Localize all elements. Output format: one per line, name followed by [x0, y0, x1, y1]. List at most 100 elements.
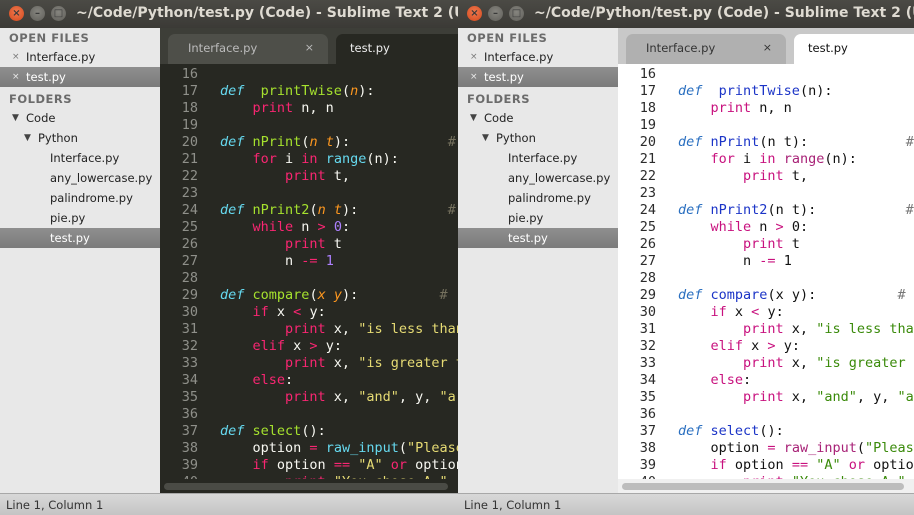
folder-item-python[interactable]: ▼ Python: [458, 128, 618, 148]
file-item[interactable]: any_lowercase.py: [458, 168, 618, 188]
expand-triangle-icon[interactable]: ▼: [12, 108, 19, 128]
file-label: pie.py: [50, 211, 86, 225]
open-file-item-selected[interactable]: × test.py: [0, 67, 160, 87]
status-bar: Line 1, Column 1: [0, 493, 458, 515]
file-item-selected[interactable]: test.py: [0, 228, 160, 248]
code-token: def: [220, 287, 245, 303]
scrollbar-thumb[interactable]: [622, 483, 904, 490]
close-window-button[interactable]: ×: [9, 6, 24, 21]
code-token: nPrint: [710, 134, 760, 150]
code-token: , y,: [398, 389, 440, 405]
title-bar[interactable]: × – □ ~/Code/Python/test.py (Code) - Sub…: [458, 0, 914, 28]
code-editor[interactable]: 16 17 18 19 20 21 22 23 24 25 26 27 28 29 30 31 32 33 34 35…: [618, 64, 914, 493]
horizontal-scrollbar[interactable]: [160, 479, 458, 493]
file-item[interactable]: palindrome.py: [0, 188, 160, 208]
minimize-window-button[interactable]: –: [488, 6, 503, 21]
horizontal-scrollbar[interactable]: [618, 479, 914, 493]
file-label: any_lowercase.py: [508, 171, 611, 185]
code-line: print x, "is greater than: [678, 355, 914, 372]
folders-header: FOLDERS: [467, 92, 530, 106]
line-number: 24: [639, 202, 656, 218]
open-files-header: OPEN FILES: [467, 31, 548, 45]
open-file-item-selected[interactable]: × test.py: [458, 67, 618, 87]
folder-item-code[interactable]: ▼ Code: [0, 108, 160, 128]
minimize-window-button[interactable]: –: [30, 6, 45, 21]
code-token: print: [285, 168, 326, 184]
code-token: x: [285, 338, 310, 354]
file-item-selected[interactable]: test.py: [458, 228, 618, 248]
code-area[interactable]: def printTwise(n): # print n, ndef nPrin…: [220, 64, 458, 493]
code-token: option: [726, 457, 792, 473]
code-line: if x < y:: [220, 304, 326, 321]
code-token: raw_input: [325, 440, 399, 456]
file-item[interactable]: any_lowercase.py: [0, 168, 160, 188]
code-editor[interactable]: 16 17 18 19 20 21 22 23 24 25 26 27 28 29 30 31 32 33 34 35…: [160, 64, 458, 493]
file-item[interactable]: palindrome.py: [458, 188, 618, 208]
tab-test-py[interactable]: test.py: [794, 34, 914, 64]
code-line: if option == "A" or option: [678, 457, 914, 474]
code-token: nPrint: [252, 134, 302, 150]
file-label: any_lowercase.py: [50, 171, 153, 185]
code-token: n: [220, 253, 302, 269]
line-number: 26: [181, 236, 198, 252]
folder-item-python[interactable]: ▼ Python: [0, 128, 160, 148]
tab-test-py[interactable]: test.py: [336, 34, 458, 64]
code-token: def: [678, 83, 703, 99]
tab-interface-py[interactable]: Interface.py ×: [168, 34, 328, 64]
close-file-icon[interactable]: ×: [12, 67, 20, 87]
code-line: def nPrint2(n t): #: [220, 202, 456, 219]
code-token: select: [710, 423, 760, 439]
maximize-window-button[interactable]: □: [51, 6, 66, 21]
expand-triangle-icon[interactable]: ▼: [482, 128, 489, 148]
code-token: t: [791, 202, 800, 218]
file-label: palindrome.py: [50, 191, 133, 205]
code-token: ==: [791, 457, 809, 473]
close-file-icon[interactable]: ×: [470, 47, 478, 67]
scrollbar-thumb[interactable]: [164, 483, 448, 490]
expand-triangle-icon[interactable]: ▼: [470, 108, 477, 128]
expand-triangle-icon[interactable]: ▼: [24, 128, 31, 148]
file-item[interactable]: pie.py: [458, 208, 618, 228]
title-bar[interactable]: × – □ ~/Code/Python/test.py (Code) - Sub…: [0, 0, 458, 28]
open-file-item[interactable]: × Interface.py: [0, 47, 160, 67]
code-line: def select():: [220, 423, 326, 440]
code-token: (: [341, 83, 351, 99]
code-token: print: [285, 321, 326, 337]
close-file-icon[interactable]: ×: [12, 47, 20, 67]
close-window-button[interactable]: ×: [467, 6, 482, 21]
code-token: def: [220, 134, 245, 150]
tab-bar: Interface.py × test.py: [618, 28, 914, 64]
file-item[interactable]: pie.py: [0, 208, 160, 228]
open-file-item[interactable]: × Interface.py: [458, 47, 618, 67]
code-area[interactable]: def printTwise(n): # print n, ndef nPrin…: [678, 64, 914, 493]
open-file-label: Interface.py: [26, 50, 96, 64]
code-line: if x < y:: [678, 304, 784, 321]
code-token: =: [767, 440, 776, 456]
tab-interface-py[interactable]: Interface.py ×: [626, 34, 786, 64]
code-token: n: [317, 202, 326, 218]
code-token: "are: [439, 389, 458, 405]
close-file-icon[interactable]: ×: [470, 67, 478, 87]
folder-item-code[interactable]: ▼ Code: [458, 108, 618, 128]
file-item[interactable]: Interface.py: [458, 148, 618, 168]
code-token: :: [743, 372, 752, 388]
code-line: n -= 1: [678, 253, 792, 270]
sublime-window: × – □ ~/Code/Python/test.py (Code) - Sub…: [458, 0, 914, 515]
tab-close-icon[interactable]: ×: [763, 34, 772, 62]
code-token: n, n: [293, 100, 334, 116]
code-token: #: [439, 287, 448, 303]
maximize-window-button[interactable]: □: [509, 6, 524, 21]
file-item[interactable]: Interface.py: [0, 148, 160, 168]
tab-close-icon[interactable]: ×: [305, 34, 314, 62]
maximize-icon: □: [53, 8, 64, 19]
